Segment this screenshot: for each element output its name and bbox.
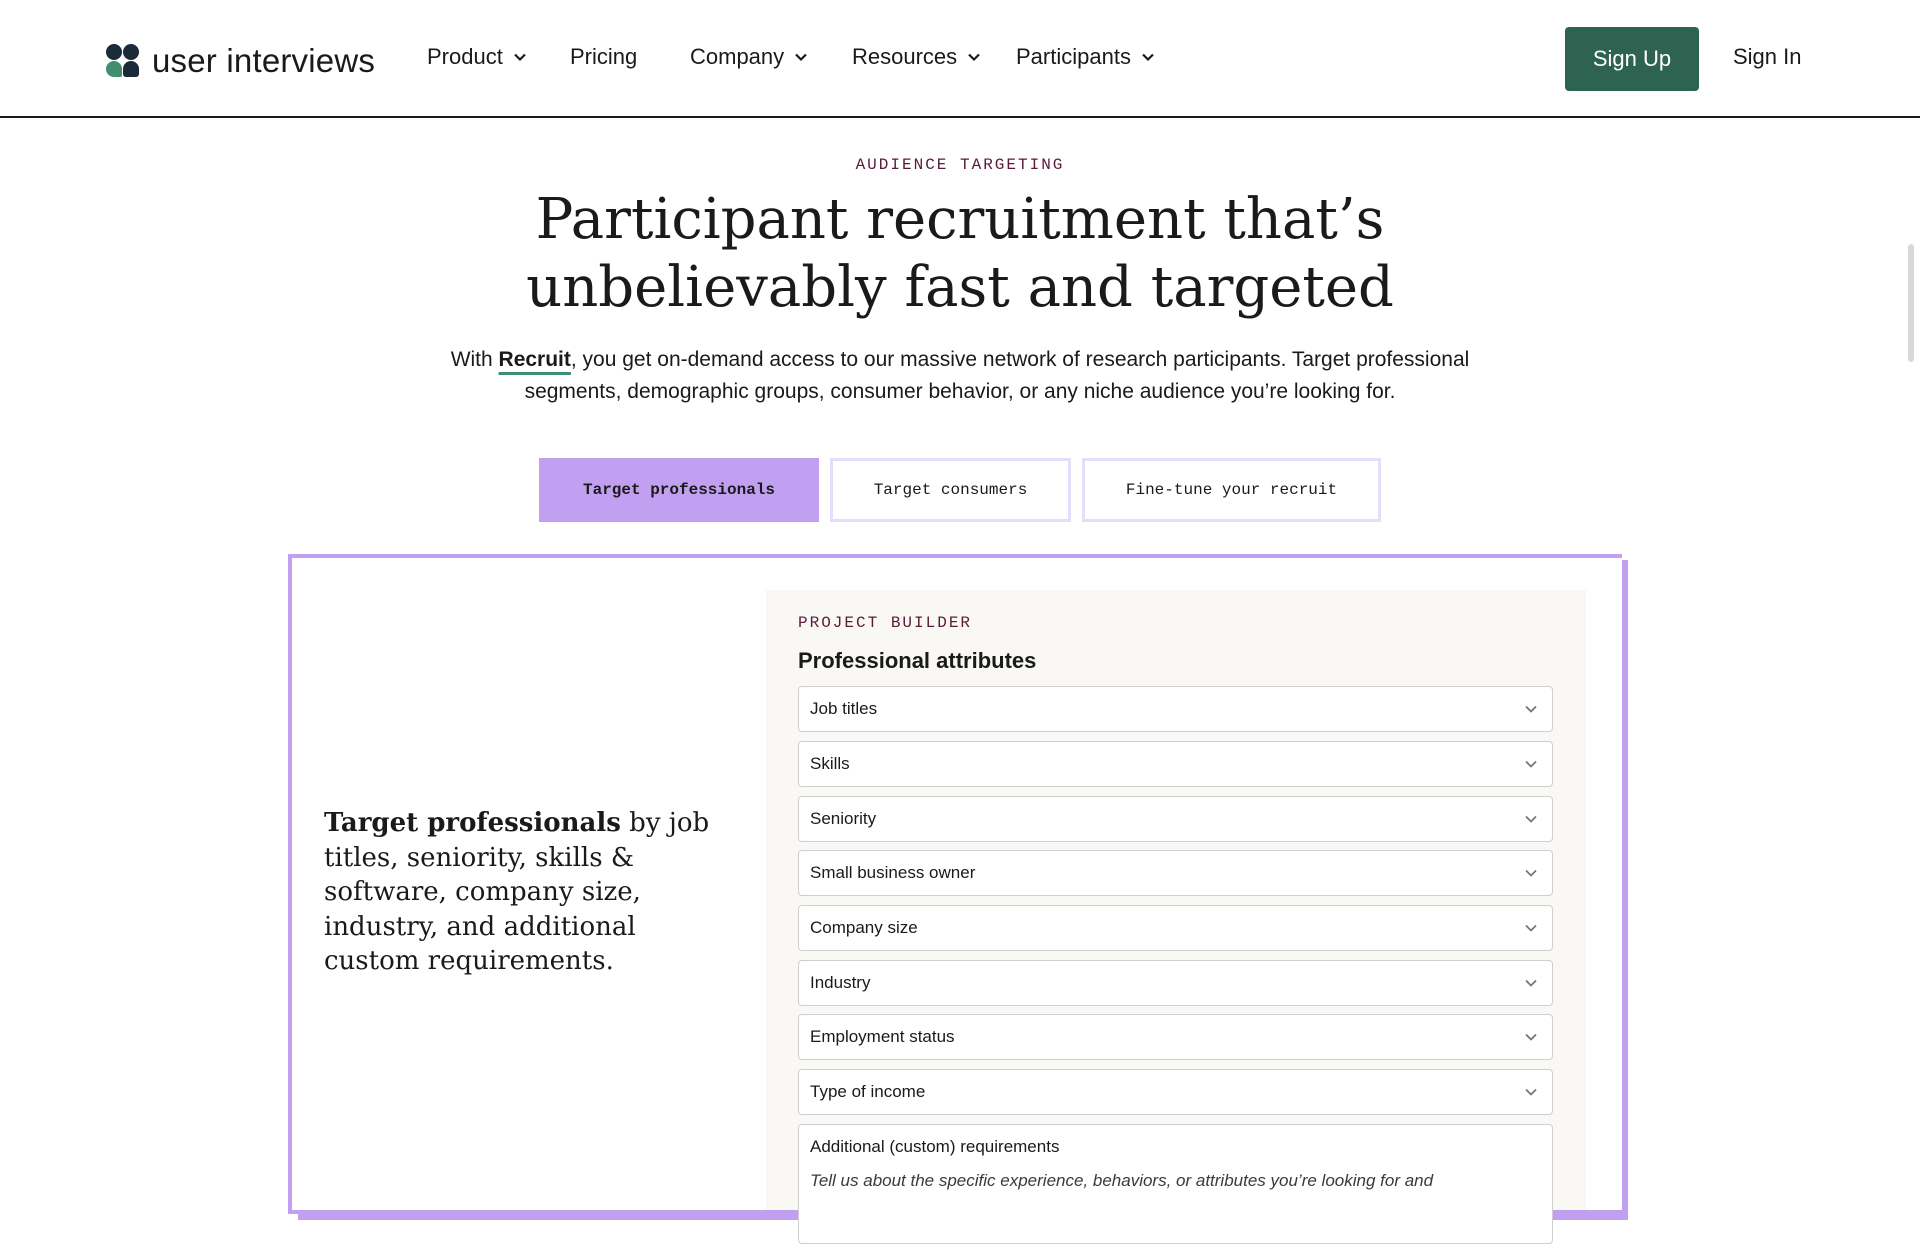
hero-subtitle-line1: , you get on-demand access to our massiv… <box>570 348 1470 371</box>
chevron-down-icon <box>1525 1033 1537 1041</box>
chevron-down-icon <box>1525 815 1537 823</box>
select-employment-status[interactable]: Employment status <box>798 1014 1553 1060</box>
nav-item-pricing[interactable]: Pricing <box>570 44 637 70</box>
project-builder-title: Professional attributes <box>798 648 1037 673</box>
select-label: Skills <box>810 754 850 773</box>
chevron-down-icon <box>1525 924 1537 932</box>
chevron-down-icon <box>1142 53 1154 62</box>
select-small-business-owner[interactable]: Small business owner <box>798 850 1553 896</box>
nav-item-company[interactable]: Company <box>690 44 808 70</box>
custom-requirements-label: Additional (custom) requirements <box>810 1137 1060 1156</box>
chevron-down-icon <box>1525 705 1537 713</box>
chevron-down-icon <box>1525 760 1537 768</box>
select-label: Small business owner <box>810 863 976 882</box>
hero-subtitle-line2: segments, demographic groups, consumer b… <box>524 380 1396 403</box>
site-header: user interviews Product Pricing Company … <box>0 0 1920 118</box>
project-builder-panel <box>766 590 1586 1210</box>
nav-item-product[interactable]: Product <box>427 44 527 70</box>
select-industry[interactable]: Industry <box>798 960 1553 1006</box>
panel-description-bold: Target professionals <box>324 808 621 838</box>
tab-target-consumers[interactable]: Target consumers <box>830 458 1071 522</box>
select-company-size[interactable]: Company size <box>798 905 1553 951</box>
logo[interactable]: user interviews <box>106 42 375 80</box>
chevron-down-icon <box>795 53 807 62</box>
select-job-titles[interactable]: Job titles <box>798 686 1553 732</box>
select-label: Industry <box>810 973 871 992</box>
logo-text: user interviews <box>152 42 376 79</box>
sign-up-button[interactable]: Sign Up <box>1565 27 1699 91</box>
chevron-down-icon <box>1525 1088 1537 1096</box>
chevron-down-icon <box>1525 979 1537 987</box>
sign-in-link[interactable]: Sign In <box>1733 44 1802 70</box>
logo-mark-icon <box>106 44 140 78</box>
chevron-down-icon <box>514 53 526 62</box>
nav-item-label: Pricing <box>570 44 638 69</box>
nav-item-label: Product <box>427 44 503 69</box>
page-title-line1: Participant recruitment that’s <box>535 187 1385 252</box>
chevron-down-icon <box>968 53 980 62</box>
page-title-line2: unbelievably fast and targeted <box>526 255 1394 320</box>
select-label: Employment status <box>810 1027 955 1046</box>
nav-item-label: Company <box>690 44 785 69</box>
select-label: Job titles <box>810 699 878 718</box>
hero-subtitle-prefix: With <box>450 348 499 371</box>
project-builder-eyebrow: PROJECT BUILDER <box>798 614 973 632</box>
select-label: Type of income <box>810 1082 926 1101</box>
tab-fine-tune-recruit[interactable]: Fine-tune your recruit <box>1082 458 1381 522</box>
section-eyebrow: AUDIENCE TARGETING <box>855 156 1065 174</box>
select-label: Seniority <box>810 809 877 828</box>
select-skills[interactable]: Skills <box>798 741 1553 787</box>
tab-target-professionals[interactable]: Target professionals <box>539 458 819 522</box>
chevron-down-icon <box>1525 869 1537 877</box>
select-label: Company size <box>810 918 918 937</box>
select-type-of-income[interactable]: Type of income <box>798 1069 1553 1115</box>
nav-item-label: Resources <box>852 44 958 69</box>
nav-item-label: Participants <box>1016 44 1131 69</box>
hero-subtitle: With Recruit, you get on-demand access t… <box>380 344 1540 408</box>
custom-requirements-placeholder: Tell us about the specific experience, b… <box>810 1171 1434 1190</box>
recruit-link[interactable]: Recruit <box>499 348 571 371</box>
custom-requirements-textarea[interactable]: Additional (custom) requirements Tell us… <box>798 1124 1553 1244</box>
panel-description: Target professionals by job titles, seni… <box>324 806 724 979</box>
select-seniority[interactable]: Seniority <box>798 796 1553 842</box>
nav-item-resources[interactable]: Resources <box>852 44 981 70</box>
page-title: Participant recruitment that’s unbelieva… <box>0 186 1920 322</box>
nav-item-participants[interactable]: Participants <box>1016 44 1155 70</box>
